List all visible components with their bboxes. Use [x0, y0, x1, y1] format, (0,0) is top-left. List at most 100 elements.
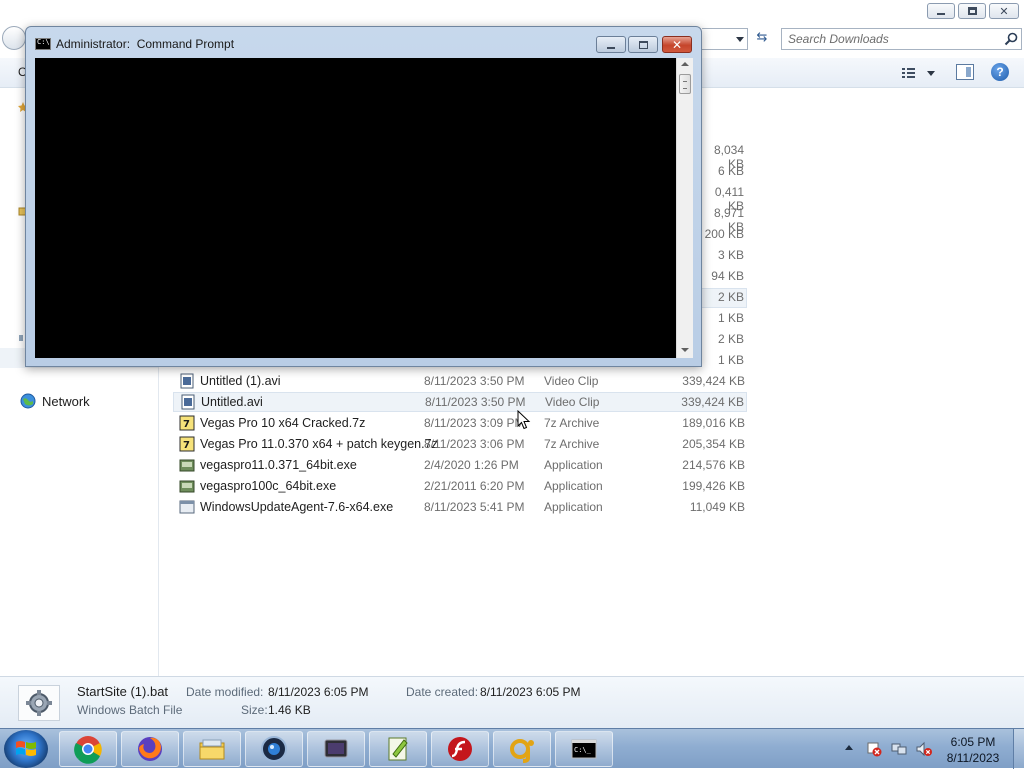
- taskbar-media-center[interactable]: [245, 731, 303, 767]
- date-modified-value: 8/11/2023 6:05 PM: [268, 685, 369, 699]
- change-view-button[interactable]: [900, 64, 940, 82]
- scroll-down-arrow-icon[interactable]: [681, 348, 689, 352]
- file-size: 339,424 KB: [681, 395, 744, 409]
- archive-7z-icon: 7: [179, 436, 195, 452]
- taskbar-file-explorer[interactable]: [183, 731, 241, 767]
- file-date: 8/11/2023 3:50 PM: [424, 374, 525, 388]
- svg-text:7: 7: [183, 440, 190, 451]
- cmd-vertical-scrollbar[interactable]: [676, 58, 693, 358]
- notepad-plus-plus-icon: [388, 737, 408, 761]
- address-history-dropdown[interactable]: [702, 28, 748, 50]
- explorer-minimize-button[interactable]: [927, 3, 955, 19]
- file-name: Vegas Pro 10 x64 Cracked.7z: [200, 416, 366, 430]
- file-date: 2/21/2011 6:20 PM: [424, 479, 525, 493]
- size-label: Size:: [241, 703, 268, 717]
- cmd-close-button[interactable]: ✕: [662, 36, 692, 53]
- taskbar-gom-player[interactable]: [493, 731, 551, 767]
- media-center-icon: [261, 736, 287, 762]
- batch-file-icon: [18, 685, 60, 721]
- installer-icon: [179, 480, 195, 493]
- file-size: 199,426 KB: [682, 479, 745, 493]
- cmd-maximize-button[interactable]: [628, 36, 658, 53]
- volume-muted-icon[interactable]: [916, 741, 932, 757]
- system-clock[interactable]: 6:05 PM 8/11/2023: [938, 734, 1008, 766]
- file-name: Vegas Pro 11.0.370 x64 + patch keygen.7z: [200, 437, 438, 451]
- file-size: 339,424 KB: [682, 374, 745, 388]
- mouse-pointer-icon: [517, 410, 531, 430]
- clock-time: 6:05 PM: [950, 735, 996, 749]
- cmd-title-bar[interactable]: C:\ Administrator: Command Prompt ✕: [26, 27, 701, 57]
- taskbar-terminal-app[interactable]: [307, 731, 365, 767]
- file-name: vegaspro100c_64bit.exe: [200, 479, 337, 493]
- show-hidden-icons-button[interactable]: [845, 745, 853, 750]
- file-date: 2/4/2020 1:26 PM: [424, 458, 519, 472]
- search-box[interactable]: [781, 28, 1022, 50]
- explorer-restore-button[interactable]: [958, 3, 986, 19]
- taskbar-firefox[interactable]: [121, 731, 179, 767]
- nav-item-network[interactable]: Network: [20, 393, 90, 409]
- nav-network-label: Network: [42, 393, 90, 409]
- details-file-name: StartSite (1).bat: [77, 684, 169, 699]
- file-type: Application: [544, 458, 603, 472]
- file-type: 7z Archive: [544, 437, 600, 451]
- taskbar-notepad-plus-plus[interactable]: [369, 731, 427, 767]
- maximize-icon: [638, 40, 648, 49]
- explorer-close-button[interactable]: ✕: [989, 3, 1019, 19]
- svg-text:C:\_: C:\_: [574, 746, 592, 754]
- cmd-minimize-button[interactable]: [596, 36, 626, 53]
- refresh-icon: ⇆: [756, 30, 768, 45]
- file-date: 8/11/2023 5:41 PM: [424, 500, 525, 514]
- file-size: 1 KB: [717, 311, 744, 325]
- start-button[interactable]: [4, 730, 48, 768]
- file-type: Video Clip: [544, 374, 599, 388]
- file-row[interactable]: vegaspro100c_64bit.exe 2/21/2011 6:20 PM…: [173, 476, 747, 496]
- taskbar-flash-player[interactable]: [431, 731, 489, 767]
- file-name: WindowsUpdateAgent-7.6-x64.exe: [200, 500, 394, 514]
- file-row[interactable]: 7 Vegas Pro 10 x64 Cracked.7z 8/11/2023 …: [173, 413, 747, 433]
- size-value: 1.46 KB: [268, 703, 311, 717]
- file-row[interactable]: 7 Vegas Pro 11.0.370 x64 + patch keygen.…: [173, 434, 747, 454]
- search-icon[interactable]: [1004, 32, 1018, 46]
- file-size: 11,049 KB: [689, 500, 745, 514]
- file-size: 214,576 KB: [682, 458, 745, 472]
- search-input[interactable]: [788, 31, 998, 47]
- file-size: 200 KB: [704, 227, 744, 241]
- help-button[interactable]: ?: [991, 63, 1009, 81]
- cmd-console-area[interactable]: [35, 58, 676, 358]
- file-row[interactable]: WindowsUpdateAgent-7.6-x64.exe 8/11/2023…: [173, 497, 747, 517]
- preview-pane-button[interactable]: [956, 64, 974, 80]
- back-button[interactable]: [2, 26, 26, 50]
- close-icon: ✕: [999, 4, 1009, 18]
- archive-7z-icon: 7: [179, 415, 195, 431]
- file-name: Untitled (1).avi: [200, 374, 281, 388]
- date-created-value: 8/11/2023 6:05 PM: [480, 685, 581, 699]
- file-name: Untitled.avi: [201, 395, 263, 409]
- network-status-icon[interactable]: [891, 741, 907, 757]
- date-modified-label: Date modified:: [186, 685, 264, 699]
- file-row[interactable]: Untitled (1).avi 8/11/2023 3:50 PM Video…: [173, 371, 747, 391]
- file-size: 3 KB: [717, 248, 744, 262]
- scroll-thumb[interactable]: [679, 74, 691, 94]
- date-created-label: Date created:: [406, 685, 479, 699]
- file-size: 205,354 KB: [682, 437, 745, 451]
- file-size: 2 KB: [717, 290, 744, 304]
- firefox-icon: [138, 737, 162, 761]
- taskbar: C:\_ 6:05 PM 8/11/2023: [0, 728, 1024, 769]
- details-pane: StartSite (1).bat Windows Batch File Dat…: [0, 676, 1024, 728]
- exe-icon: [179, 500, 195, 514]
- file-row-selected[interactable]: Untitled.avi 8/11/2023 3:50 PM Video Cli…: [173, 392, 747, 412]
- close-icon: ✕: [671, 37, 683, 52]
- chrome-icon: [74, 736, 102, 764]
- scroll-up-arrow-icon[interactable]: [681, 62, 689, 66]
- command-prompt-window[interactable]: C:\ Administrator: Command Prompt ✕: [25, 26, 702, 367]
- show-desktop-button[interactable]: [1013, 729, 1024, 769]
- file-row[interactable]: vegaspro11.0.371_64bit.exe 2/4/2020 1:26…: [173, 455, 747, 475]
- command-prompt-icon[interactable]: C:\: [35, 38, 51, 50]
- cmd-window-title: Administrator: Command Prompt: [56, 37, 235, 51]
- restore-icon: [967, 7, 977, 15]
- taskbar-chrome[interactable]: [59, 731, 117, 767]
- taskbar-command-prompt[interactable]: C:\_: [555, 731, 613, 767]
- refresh-button[interactable]: ⇆: [752, 30, 772, 48]
- action-center-warning-icon[interactable]: [866, 741, 882, 757]
- file-size: 94 KB: [711, 269, 744, 283]
